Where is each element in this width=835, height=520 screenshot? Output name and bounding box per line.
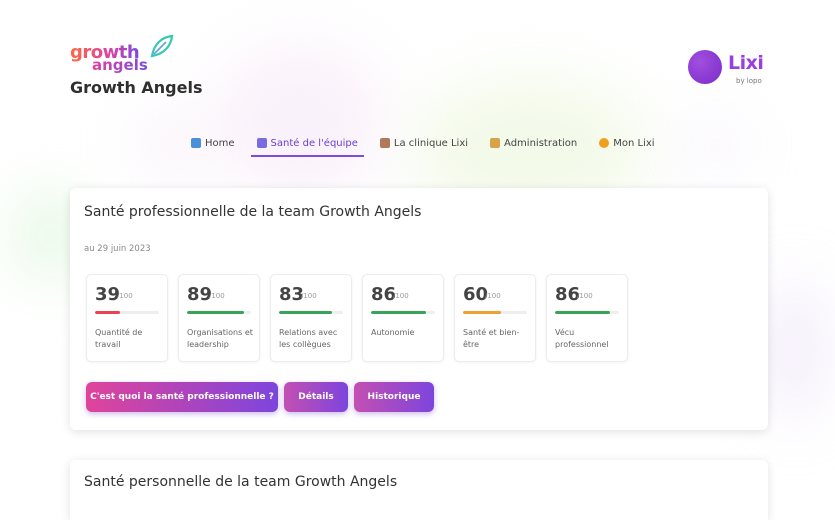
home-icon	[191, 138, 201, 148]
leaf-icon	[150, 34, 174, 58]
background-blob	[770, 280, 820, 420]
metrics-row: 39 /100 Quantité de travail 89 /100 Orga…	[86, 274, 628, 362]
metric-progress-bar	[187, 311, 251, 314]
card-title: Santé professionnelle de la team Growth …	[84, 204, 422, 220]
metric-progress-fill	[187, 311, 244, 314]
background-blob	[215, 45, 385, 195]
card-date: au 29 juin 2023	[84, 244, 151, 254]
metric-progress-bar	[555, 311, 619, 314]
metric-progress-bar	[95, 311, 159, 314]
lixi-icon	[599, 138, 610, 148]
brand-logo[interactable]: growth angels Growth Angels	[70, 34, 203, 97]
metric-progress-bar	[463, 311, 527, 314]
metric-card[interactable]: 83 /100 Relations avec les collègues	[270, 274, 352, 362]
metric-card[interactable]: 86 /100 Vécu professionnel	[546, 274, 628, 362]
lixi-tagline: by lopo	[736, 77, 762, 85]
metric-unit: /100	[485, 292, 501, 300]
metric-progress-fill	[555, 311, 611, 314]
professional-health-card: Santé professionnelle de la team Growth …	[70, 188, 768, 430]
nav-item-label: Santé de l'équipe	[270, 137, 358, 149]
nav-item-my-lixi[interactable]: Mon Lixi	[593, 131, 660, 155]
nav-item-label: La clinique Lixi	[393, 137, 469, 149]
nav-item-clinic[interactable]: La clinique Lixi	[374, 131, 474, 155]
metric-label: Vécu professionnel	[555, 328, 609, 349]
history-button[interactable]: Historique	[354, 382, 434, 412]
metric-card[interactable]: 60 /100 Santé et bien-être	[454, 274, 536, 362]
logo-mark: growth angels	[70, 34, 180, 76]
card-title: Santé personnelle de la team Growth Ange…	[84, 474, 398, 490]
metric-label: Organisations et leadership	[187, 328, 253, 349]
metric-card[interactable]: 89 /100 Organisations et leadership	[178, 274, 260, 362]
metric-unit: /100	[209, 292, 225, 300]
admin-icon	[490, 138, 501, 148]
metric-label: Relations avec les collègues	[279, 328, 338, 349]
nav-item-label: Mon Lixi	[613, 137, 655, 149]
clinic-icon	[379, 138, 390, 148]
metric-label: Quantité de travail	[95, 328, 143, 349]
nav-item-label: Administration	[504, 137, 578, 149]
nav-item-home[interactable]: Home	[185, 131, 241, 155]
brand-name: Growth Angels	[70, 78, 203, 97]
lixi-wordmark: Lixi	[728, 52, 764, 74]
metric-unit: /100	[577, 292, 593, 300]
personal-health-card: Santé personnelle de la team Growth Ange…	[70, 460, 768, 520]
metric-progress-fill	[95, 311, 120, 314]
background-blob	[690, 120, 740, 170]
details-button[interactable]: Détails	[284, 382, 348, 412]
metric-unit: /100	[301, 292, 317, 300]
main-nav: Home Santé de l'équipe La clinique Lixi …	[185, 131, 661, 157]
metric-card[interactable]: 39 /100 Quantité de travail	[86, 274, 168, 362]
lixi-avatar-icon	[688, 50, 722, 84]
metric-progress-fill	[463, 311, 502, 314]
metric-unit: /100	[393, 292, 409, 300]
metric-progress-fill	[371, 311, 427, 314]
metric-progress-fill	[279, 311, 333, 314]
health-icon	[256, 138, 267, 148]
metric-progress-bar	[279, 311, 343, 314]
logo-word-angels: angels	[92, 56, 148, 74]
metric-progress-bar	[371, 311, 435, 314]
metric-label: Autonomie	[371, 328, 415, 337]
metric-unit: /100	[117, 292, 133, 300]
nav-item-label: Home	[205, 137, 235, 149]
metric-card[interactable]: 86 /100 Autonomie	[362, 274, 444, 362]
metric-label: Santé et bien-être	[463, 328, 520, 349]
nav-item-administration[interactable]: Administration	[484, 131, 583, 155]
nav-item-team-health[interactable]: Santé de l'équipe	[250, 131, 364, 157]
what-is-professional-health-button[interactable]: C'est quoi la santé professionnelle ?	[86, 382, 278, 412]
